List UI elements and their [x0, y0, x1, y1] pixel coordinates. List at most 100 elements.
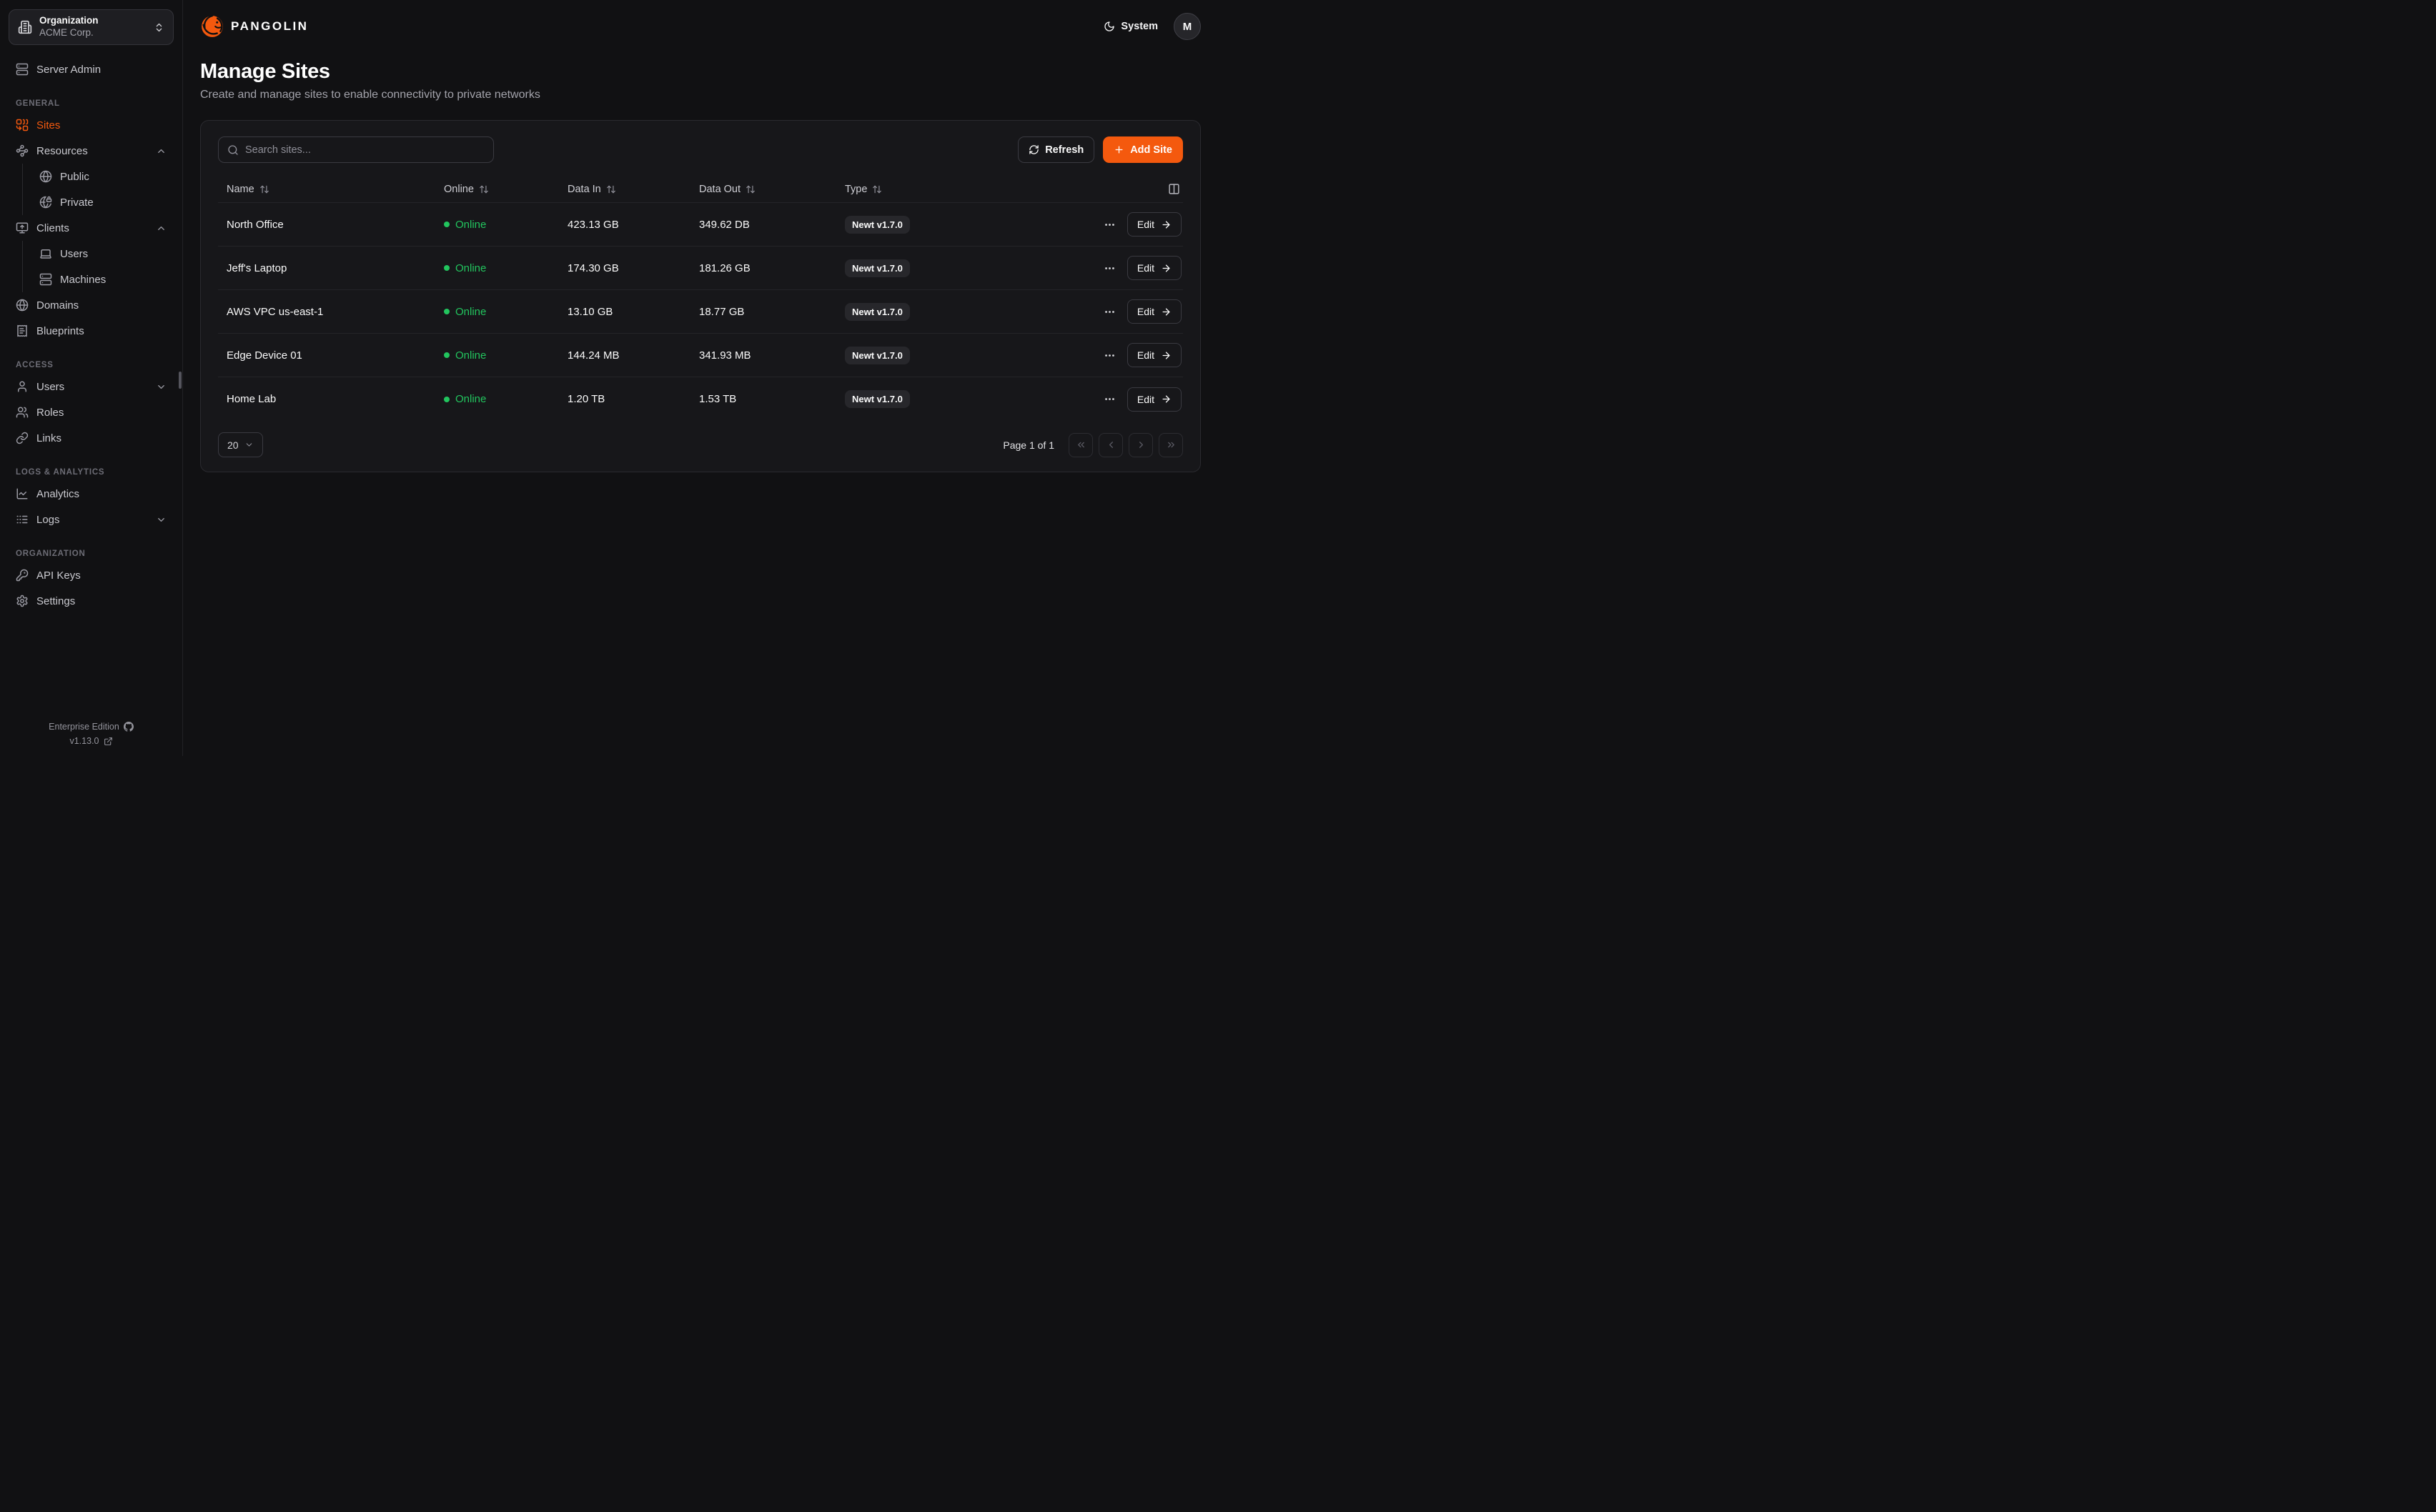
sidebar-item-label: Users: [36, 381, 148, 393]
column-header-name[interactable]: Name: [218, 184, 444, 195]
globe-lock-icon: [39, 196, 52, 209]
column-visibility-button[interactable]: [1021, 183, 1183, 195]
sidebar-item-roles[interactable]: Roles: [9, 399, 174, 425]
chevron-up-icon: [156, 223, 167, 234]
online-dot-icon: [444, 352, 450, 358]
github-icon[interactable]: [124, 722, 134, 732]
edit-button[interactable]: Edit: [1127, 212, 1182, 237]
org-switcher[interactable]: Organization ACME Corp.: [9, 9, 174, 45]
sidebar-item-links[interactable]: Links: [9, 425, 174, 451]
prev-page-button[interactable]: [1099, 433, 1123, 457]
sidebar-item-client-users[interactable]: Users: [32, 241, 174, 267]
edit-button[interactable]: Edit: [1127, 343, 1182, 367]
sidebar-item-analytics[interactable]: Analytics: [9, 481, 174, 507]
row-menu-button[interactable]: [1104, 262, 1116, 274]
sidebar-scrollbar[interactable]: [179, 372, 182, 389]
edition-label: Enterprise Edition: [49, 722, 119, 732]
version-label: v1.13.0: [69, 736, 99, 746]
sidebar-item-server-admin[interactable]: Server Admin: [9, 56, 174, 82]
search-input[interactable]: [245, 144, 485, 156]
sort-icon: [746, 184, 756, 194]
sidebar-item-machines[interactable]: Machines: [32, 267, 174, 292]
column-header-data-in[interactable]: Data In: [568, 184, 699, 195]
sort-icon: [606, 184, 616, 194]
search-icon: [227, 144, 239, 156]
moon-icon: [1104, 21, 1115, 32]
chart-line-icon: [16, 487, 29, 500]
add-site-button[interactable]: Add Site: [1103, 136, 1183, 163]
link-icon: [16, 432, 29, 444]
page-size-select[interactable]: 20: [218, 432, 263, 457]
page-info: Page 1 of 1: [1003, 439, 1054, 451]
page-subtitle: Create and manage sites to enable connec…: [200, 89, 1201, 101]
sidebar-item-clients[interactable]: Clients: [9, 215, 174, 241]
row-menu-button[interactable]: [1104, 219, 1116, 231]
edit-button[interactable]: Edit: [1127, 299, 1182, 324]
sidebar-item-resources[interactable]: Resources: [9, 138, 174, 164]
online-dot-icon: [444, 222, 450, 227]
edit-button[interactable]: Edit: [1127, 256, 1182, 280]
data-out-value: 18.77 GB: [699, 306, 845, 318]
data-in-value: 13.10 GB: [568, 306, 699, 318]
sidebar-nav: Server Admin GENERAL Sites Resources Pub…: [9, 56, 174, 614]
sidebar: Organization ACME Corp. Server Admin GEN…: [0, 0, 183, 756]
main-content: PANGOLIN System M Manage Sites Create an…: [183, 0, 1218, 756]
sort-icon: [479, 184, 489, 194]
users-icon: [16, 406, 29, 419]
column-header-data-out[interactable]: Data Out: [699, 184, 845, 195]
arrow-right-icon: [1161, 219, 1172, 230]
avatar[interactable]: M: [1174, 13, 1201, 40]
table-toolbar: Refresh Add Site: [218, 136, 1183, 163]
theme-toggle[interactable]: System: [1104, 21, 1158, 32]
plus-icon: [1114, 144, 1124, 155]
last-page-button[interactable]: [1159, 433, 1183, 457]
row-menu-button[interactable]: [1104, 393, 1116, 405]
column-header-online[interactable]: Online: [444, 184, 568, 195]
sidebar-item-logs[interactable]: Logs: [9, 507, 174, 532]
table-row: AWS VPC us-east-1 Online 13.10 GB 18.77 …: [218, 290, 1183, 334]
sidebar-item-public[interactable]: Public: [32, 164, 174, 189]
sidebar-item-label: Machines: [60, 274, 106, 286]
sidebar-item-private[interactable]: Private: [32, 189, 174, 215]
table-row: Home Lab Online 1.20 TB 1.53 TB Newt v1.…: [218, 377, 1183, 421]
row-menu-button[interactable]: [1104, 349, 1116, 362]
pangolin-logo-icon: [200, 14, 224, 39]
external-link-icon[interactable]: [104, 737, 113, 746]
sidebar-item-label: Links: [36, 432, 61, 444]
online-dot-icon: [444, 397, 450, 402]
globe-icon: [16, 299, 29, 312]
ellipsis-icon: [1104, 393, 1116, 405]
ellipsis-icon: [1104, 306, 1116, 318]
table-row: Jeff's Laptop Online 174.30 GB 181.26 GB…: [218, 247, 1183, 290]
section-heading-logs: LOGS & ANALYTICS: [9, 468, 174, 477]
sidebar-item-blueprints[interactable]: Blueprints: [9, 318, 174, 344]
app: Organization ACME Corp. Server Admin GEN…: [0, 0, 1218, 756]
chevron-left-icon: [1106, 439, 1116, 450]
sidebar-item-settings[interactable]: Settings: [9, 588, 174, 614]
brand-name: PANGOLIN: [231, 19, 308, 34]
server-icon: [16, 63, 29, 76]
sidebar-item-sites[interactable]: Sites: [9, 112, 174, 138]
first-page-button[interactable]: [1069, 433, 1093, 457]
arrow-right-icon: [1161, 394, 1172, 404]
laptop-icon: [39, 247, 52, 260]
sidebar-item-api-keys[interactable]: API Keys: [9, 562, 174, 588]
sidebar-item-label: Roles: [36, 407, 64, 419]
data-in-value: 423.13 GB: [568, 219, 699, 231]
sidebar-item-domains[interactable]: Domains: [9, 292, 174, 318]
row-menu-button[interactable]: [1104, 306, 1116, 318]
next-page-button[interactable]: [1129, 433, 1153, 457]
clients-children: Users Machines: [22, 241, 174, 292]
pagination: 20 Page 1 of 1: [218, 432, 1183, 457]
column-header-type[interactable]: Type: [845, 184, 1021, 195]
org-switcher-value: ACME Corp.: [39, 27, 147, 39]
waypoints-icon: [16, 144, 29, 157]
sidebar-item-users[interactable]: Users: [9, 374, 174, 399]
site-name: Home Lab: [218, 393, 444, 405]
chevrons-up-down-icon: [154, 22, 164, 33]
search-box: [218, 136, 494, 163]
refresh-button[interactable]: Refresh: [1018, 136, 1094, 163]
edit-button[interactable]: Edit: [1127, 387, 1182, 412]
topbar: PANGOLIN System M: [200, 0, 1201, 50]
page-size-value: 20: [227, 439, 239, 451]
